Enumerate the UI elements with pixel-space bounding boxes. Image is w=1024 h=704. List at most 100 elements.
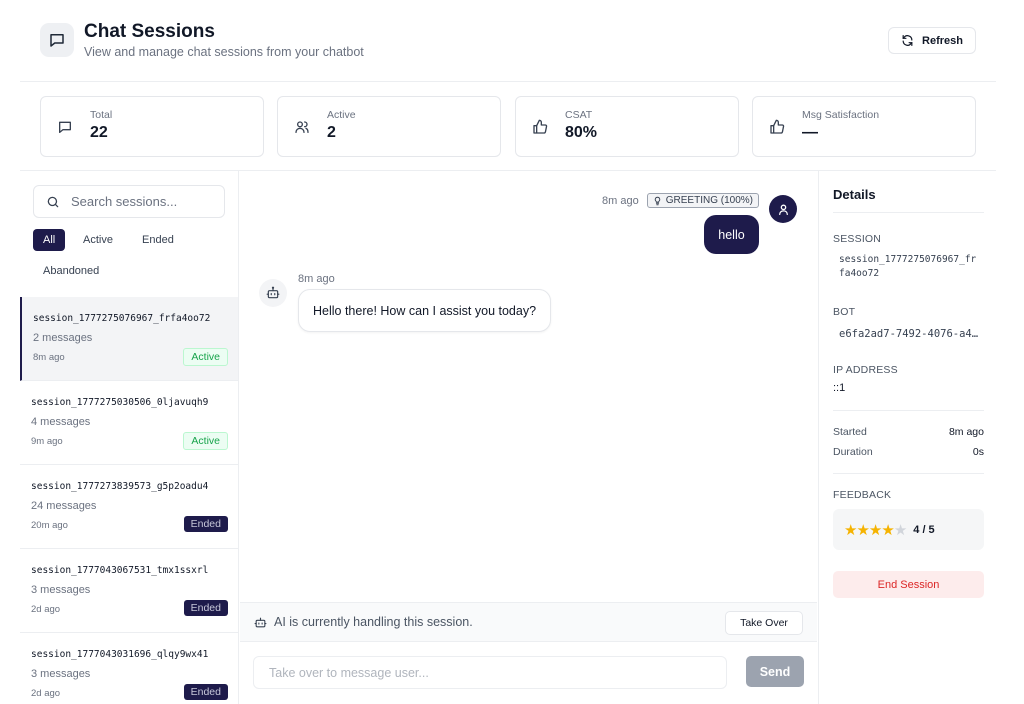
ai-status-bar: AI is currently handling this session. T…	[240, 602, 817, 642]
duration-row: Duration 0s	[833, 446, 984, 458]
session-time: 20m ago	[31, 520, 68, 531]
filter-ended[interactable]: Ended	[132, 229, 184, 251]
star-icon: ★	[856, 521, 869, 539]
intent-label: GREETING (100%)	[665, 195, 753, 206]
refresh-icon	[902, 35, 913, 46]
filter-abandoned[interactable]: Abandoned	[33, 260, 109, 282]
divider	[833, 410, 984, 411]
feedback-rating: ★★★★★ 4 / 5	[833, 509, 984, 550]
session-item[interactable]: session_1777275076967_frfa4oo72 2 messag…	[20, 297, 238, 381]
session-message-count: 4 messages	[31, 416, 91, 428]
refresh-label: Refresh	[922, 34, 963, 47]
session-time: 9m ago	[31, 436, 63, 447]
search-box[interactable]	[33, 185, 225, 218]
session-id: session_1777273839573_g5p2oadu4	[31, 481, 209, 492]
message-input[interactable]	[269, 665, 709, 680]
started-row: Started 8m ago	[833, 426, 984, 438]
user-message-meta: 8m ago GREETING (100%)	[602, 193, 759, 208]
duration-label: Duration	[833, 446, 873, 458]
bot-label: BOT	[833, 306, 856, 318]
stat-card-active: Active 2	[277, 96, 501, 157]
stat-value: 2	[327, 124, 336, 141]
end-session-button[interactable]: End Session	[833, 571, 984, 598]
stat-label: CSAT	[565, 109, 593, 121]
user-avatar	[769, 195, 797, 223]
page-header: Chat Sessions View and manage chat sessi…	[20, 0, 996, 82]
session-id: session_1777043067531_tmx1ssxrl	[31, 565, 209, 576]
rating-text: 4 / 5	[913, 523, 935, 536]
session-time: 2d ago	[31, 688, 61, 699]
message-composer[interactable]	[253, 656, 727, 689]
ip-label: IP ADDRESS	[833, 364, 898, 376]
search-input[interactable]	[71, 194, 211, 209]
status-badge: Ended	[183, 516, 228, 532]
message-time: 8m ago	[602, 194, 639, 207]
stat-label: Active	[327, 109, 356, 121]
stat-value: —	[802, 124, 818, 141]
started-label: Started	[833, 426, 867, 438]
filter-all[interactable]: All	[33, 229, 66, 251]
session-message-count: 3 messages	[31, 668, 91, 680]
session-id: session_1777275076967_frfa4oo72	[33, 313, 211, 324]
status-badge: Active	[183, 432, 228, 450]
session-value: session_1777275076967_fr	[839, 254, 977, 265]
star-icon: ★	[868, 521, 882, 539]
divider	[833, 212, 984, 213]
bot-message-bubble: Hello there! How can I assist you today?	[298, 289, 552, 332]
details-title: Details	[833, 187, 876, 202]
send-button[interactable]: Send	[746, 656, 804, 687]
started-value: 8m ago	[948, 426, 984, 438]
message-time: 8m ago	[298, 273, 335, 285]
star-rating: ★★★★★	[844, 521, 907, 539]
status-badge: Ended	[183, 684, 228, 700]
ai-status-label: AI is currently handling this session.	[274, 615, 473, 629]
user-message-bubble: hello	[704, 215, 759, 254]
stat-label: Total	[90, 109, 113, 121]
bot-icon	[254, 617, 267, 627]
stat-value: 22	[90, 124, 108, 141]
take-over-button[interactable]: Take Over	[725, 611, 803, 635]
session-id: session_1777275030506_0ljavuqh9	[31, 397, 209, 408]
session-item[interactable]: session_1777043031696_qlqy9wx41 3 messag…	[20, 633, 238, 704]
chat-icon	[40, 23, 74, 57]
status-badge: Ended	[183, 600, 228, 616]
session-item[interactable]: session_1777275030506_0ljavuqh9 4 messag…	[20, 381, 238, 465]
stat-card-msg-satisfaction: Msg Satisfaction —	[752, 96, 976, 157]
session-time: 8m ago	[33, 352, 65, 363]
thumbs-up-icon	[533, 119, 548, 134]
stat-card-total: Total 22	[40, 96, 264, 157]
filter-active[interactable]: Active	[73, 229, 123, 251]
session-message-count: 3 messages	[31, 584, 91, 596]
stat-label: Msg Satisfaction	[802, 109, 880, 121]
ip-value: ::1	[833, 382, 846, 394]
session-label: SESSION	[833, 233, 882, 245]
chat-icon	[59, 121, 71, 133]
session-time: 2d ago	[31, 604, 61, 615]
session-item[interactable]: session_1777043067531_tmx1ssxrl 3 messag…	[20, 549, 238, 633]
star-icon: ★	[844, 521, 857, 539]
chat-panel: 8m ago GREETING (100%) hello 8m ago Hell…	[240, 171, 817, 704]
feedback-label: FEEDBACK	[833, 489, 892, 501]
session-item[interactable]: session_1777273839573_g5p2oadu4 24 messa…	[20, 465, 238, 549]
bot-icon	[266, 286, 280, 299]
bot-id-value: e6fa2ad7-7492-4076-a4…	[839, 328, 979, 340]
sessions-sidebar: All Active Ended Abandoned session_17772…	[20, 171, 239, 704]
page-title: Chat Sessions	[84, 21, 215, 42]
lightbulb-icon	[654, 196, 660, 205]
stat-card-csat: CSAT 80%	[515, 96, 739, 157]
ai-status-text: AI is currently handling this session.	[254, 615, 473, 629]
bot-avatar	[259, 279, 287, 307]
session-message-count: 2 messages	[33, 332, 93, 344]
session-message-count: 24 messages	[31, 500, 97, 512]
star-icon: ★	[881, 521, 894, 539]
status-badge: Active	[183, 348, 228, 366]
users-icon	[295, 121, 309, 133]
details-panel: Details SESSION session_1777275076967_fr…	[818, 171, 996, 704]
session-value-cont: fa4oo72	[839, 268, 880, 279]
refresh-button[interactable]: Refresh	[888, 27, 976, 54]
search-icon	[47, 196, 59, 207]
user-icon	[778, 204, 788, 215]
intent-badge: GREETING (100%)	[646, 193, 759, 208]
star-icon: ★	[893, 521, 907, 539]
page-subtitle: View and manage chat sessions from your …	[84, 45, 364, 59]
